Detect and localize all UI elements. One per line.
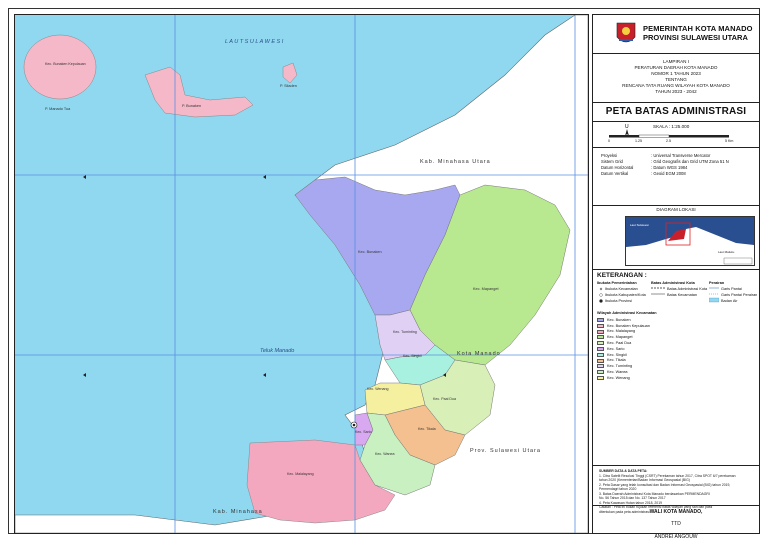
legend-item: Badan Air [721,299,738,303]
label-bay: Teluk Manado [260,348,294,354]
signature-block: WALI KOTA MANADO, TTD ANDREI ANGOUW [593,505,759,540]
scale-tick-0: 0 [608,139,610,143]
map-title: PETA BATAS ADMINISTRASI [593,103,759,122]
signature-title: WALI KOTA MANADO, [649,509,703,515]
signature-name: ANDREI ANGOUW [654,534,698,540]
projection-block: Proyeksi: Universal Transverse Mercator … [593,147,759,206]
legend-item: Ibukota Kecamatan [605,287,638,291]
legend-col3-title: Perairan [709,281,725,285]
notes-block: SUMBER DATA & DATA PETA: 1. Citra Sateli… [593,465,759,514]
label-kab-minahasa: Kab. Minahasa [213,509,263,515]
label-kota-manado: Kota Manado [457,351,501,357]
legend-col2-title: Batas Administrasi Kota [651,281,695,285]
header-line1: PEMERINTAH KOTA MANADO [643,24,753,33]
legend-kecamatan-label: Kec. Tikala [607,358,626,363]
legend-kecamatan-label: Kec. Sario [607,346,625,351]
label-kec-tuminting: Kec. Tuminting [393,330,417,334]
legend-kecamatan-label: Kec. Mapanget [607,335,633,340]
label-p-siladen: P. Siladen [280,84,297,88]
legend-item: Garis Pantai Perairan [721,293,758,297]
signature-ttd: TTD [671,521,681,527]
map-canvas: L A U T S U L A W E S I Teluk Manado Kab… [15,15,588,533]
inset-canvas: Laut Sulawesi Laut Maluku [626,217,754,265]
legend-item: Ibukota Kabupaten/Kota [605,293,646,297]
water-symbols-icon [709,287,719,303]
legend-swatch [597,335,604,340]
label-kec-bunaken: Kec. Bunaken [358,250,382,254]
island-manado-tua[interactable] [23,34,97,100]
label-kec-tikala: Kec. Tikala [418,427,436,431]
label-sea-north: L A U T S U L A W E S I [225,39,284,45]
header-block: PEMERINTAH KOTA MANADO PROVINSI SULAWESI… [593,15,759,54]
label-kec-sario: Kec. Sario [355,430,372,434]
legend-col1-title: Ibukota Pemerintahan [597,281,637,285]
capital-marker [350,421,358,429]
lampiran-line6: TAHUN 2023 - 2042 [655,89,697,94]
legend-kecamatan-label: Kec. Malalayang [607,329,636,334]
projection-row: Datum Horizontal: Datum WGS 1984 [601,165,688,170]
legend-item: Batas Kecamatan [667,293,697,297]
label-kec-wenang: Kec. Wenang [367,387,389,391]
label-kec-singkil: Kec. Singkil [403,354,422,358]
label-p-bunaken: P. Bunaken [182,104,201,108]
projection-row: Proyeksi: Universal Transverse Mercator [601,153,711,158]
header-line2: PROVINSI SULAWESI UTARA [643,33,748,42]
legend-kecamatan-label: Kec. Singkil [607,352,627,357]
legend-swatch [597,341,604,346]
legend-swatch [597,358,604,363]
inset-map[interactable]: Laut Sulawesi Laut Maluku [625,216,755,266]
legend-title: KETERANGAN : [597,272,647,279]
legend-swatch [597,370,604,375]
map-info-panel: PEMERINTAH KOTA MANADO PROVINSI SULAWESI… [592,14,760,540]
legend-kecamatan-label: Kec. Bunaken Kepulauan [607,323,650,328]
legend-item: Batas Administrasi Kota [667,287,708,291]
legend-swatch [597,318,604,322]
projection-row: Datum Vertikal: Geoid EGM 2008 [601,171,686,176]
legend-swatch [597,323,604,328]
location-diagram: DIAGRAM LOKASI Laut Sulawesi Laut Maluku [593,205,759,270]
boundary-lines-icon [651,287,665,295]
legend-kecamatan-label: Kec. Wenang [607,375,630,380]
label-island1: Kec. Bunaken Kepulauan [45,62,86,66]
label-kec-paal-dua: Kec. Paal Dua [433,397,456,401]
legend-block: KETERANGAN : Ibukota Pemerintahan Ibukot… [593,269,759,466]
legend-kecamatan-label: Kec. Wanea [607,369,628,374]
legend-item: Ibukota Provinsi [605,299,633,303]
diagram-title: DIAGRAM LOKASI [656,207,696,212]
legend-swatch [597,329,604,334]
legend-swatch [597,376,604,380]
scale-label: SKALA : 1:25.000 [653,124,690,129]
scale-tick-2: 2.5 [666,139,671,143]
city-emblem-icon [616,22,636,43]
label-kec-mapanget: Kec. Mapanget [473,287,499,291]
map-view[interactable]: L A U T S U L A W E S I Teluk Manado Kab… [14,14,589,534]
capital-symbols-icon [599,287,603,303]
legend-kecamatan-label: Kec. Bunaken [607,317,631,322]
scale-tick-3: 5 Km [725,139,734,143]
legend-item: Garis Pantai [721,287,742,291]
lampiran-block: LAMPIRAN I PERATURAN DAERAH KOTA MANADO … [593,53,759,103]
projection-row: Sistem Grid: Grid Geografis dan Grid UTM… [601,159,729,164]
legend-swatch [597,352,604,357]
legend-swatch [597,364,604,369]
label-prov-sulut: Prov. Sulawesi Utara [470,448,541,454]
inset-sea-label: Laut Sulawesi [630,223,649,227]
label-kec-malalayang: Kec. Malalayang [287,472,314,476]
legend-kecamatan-label: Kec. Tuminting [607,364,633,369]
scale-block: U SKALA : 1:25.000 0 1.25 2.5 5 Km [593,121,759,148]
label-kec-wanea: Kec. Wanea [375,452,394,456]
inset-sea2-label: Laut Maluku [718,250,735,254]
label-p-manado-tua: P. Manado Tua [45,107,71,111]
wilayah-title: Wilayah Administrasi Kecamatan [597,311,657,315]
scale-tick-1: 1.25 [635,139,642,143]
legend-kecamatan-label: Kec. Paal Dua [607,340,632,345]
legend-swatch [597,347,604,351]
label-kab-minahasa-utara: Kab. Minahasa Utara [420,159,491,165]
